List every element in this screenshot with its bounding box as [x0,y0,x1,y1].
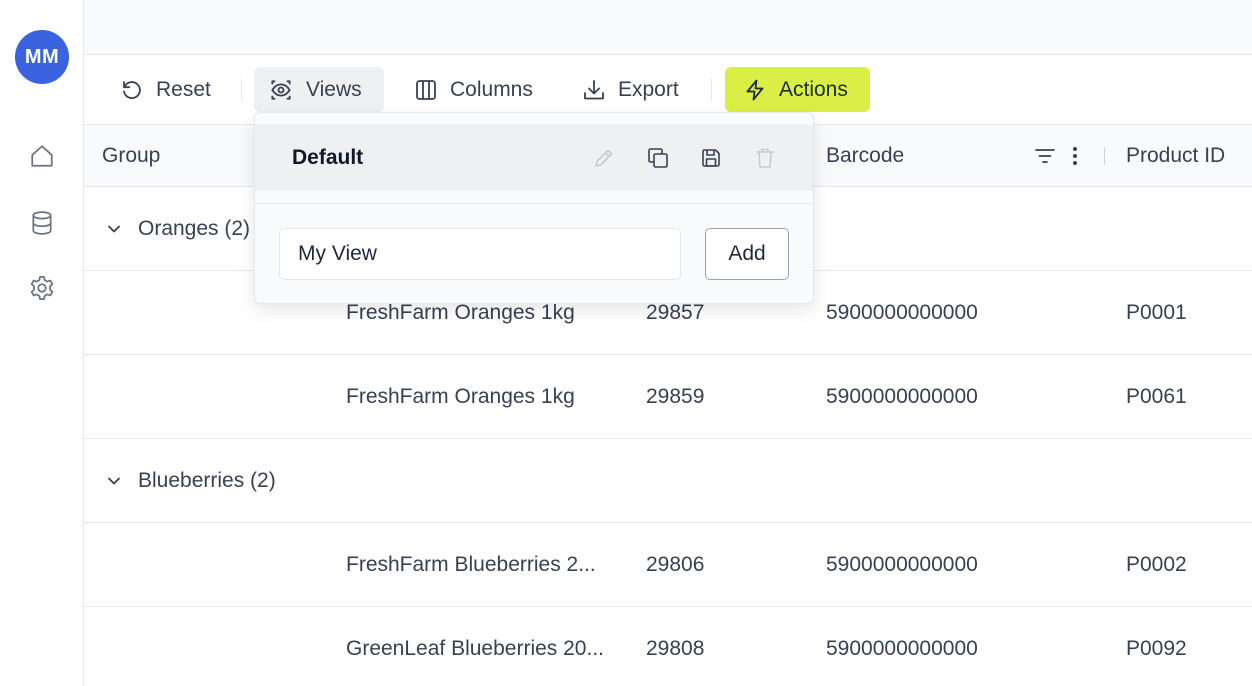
columns-icon [416,79,436,100]
download-icon [584,79,604,99]
column-header-barcode[interactable]: Barcode [826,125,904,187]
group-row-blueberries[interactable]: Blueberries (2) [84,439,1252,523]
column-header-product-id[interactable]: Product ID [1126,125,1225,187]
column-header-group[interactable]: Group [102,125,160,187]
view-item-default[interactable]: Default [255,125,813,191]
save-icon[interactable] [698,145,724,171]
product-name-cell: GreenLeaf Blueberries 20... [346,637,604,660]
product-id-cell: P0001 [1126,301,1187,324]
views-button[interactable]: Views [254,67,384,112]
code-cell: 29808 [646,637,705,660]
reset-icon [123,80,141,99]
group-label: Blueberries (2) [138,469,276,492]
top-bar [84,0,1252,55]
edit-icon[interactable] [591,145,617,171]
reset-button[interactable]: Reset [106,67,225,112]
toolbar-divider [711,79,712,101]
product-name-cell: FreshFarm Blueberries 2... [346,553,596,576]
table-row[interactable]: FreshFarm Blueberries 2... 29806 5900000… [84,523,1252,607]
columns-button[interactable]: Columns [400,67,547,112]
filter-icon[interactable] [1033,125,1057,187]
reset-label: Reset [156,77,211,101]
product-id-cell: P0061 [1126,385,1187,408]
gear-icon[interactable] [26,272,58,304]
add-view-button[interactable]: Add [705,228,789,280]
popover-divider [255,203,813,204]
copy-icon[interactable] [645,145,671,171]
trash-icon[interactable] [752,145,778,171]
database-icon[interactable] [26,207,58,239]
chevron-down-icon [108,477,120,485]
group-toggle[interactable]: Oranges (2) [104,187,250,271]
table-row[interactable]: GreenLeaf Blueberries 20... 29808 590000… [84,607,1252,686]
eye-icon [271,79,291,100]
barcode-cell: 5900000000000 [826,553,978,576]
export-button[interactable]: Export [568,67,693,112]
home-icon[interactable] [26,140,58,172]
view-name: Default [292,146,364,169]
actions-label: Actions [779,77,848,101]
column-resize-handle[interactable] [1104,125,1105,187]
product-name-cell: FreshFarm Oranges 1kg [346,385,575,408]
column-menu-icon[interactable] [1069,125,1081,187]
views-popover: Default Add [254,112,814,304]
new-view-name-input[interactable] [279,228,681,280]
code-cell: 29806 [646,553,705,576]
table-row[interactable]: FreshFarm Oranges 1kg 29859 590000000000… [84,355,1252,439]
group-toggle[interactable]: Blueberries (2) [104,439,276,523]
barcode-cell: 5900000000000 [826,385,978,408]
export-label: Export [618,77,679,101]
barcode-cell: 5900000000000 [826,301,978,324]
avatar[interactable]: MM [15,30,69,84]
actions-button[interactable]: Actions [725,67,870,112]
product-id-cell: P0002 [1126,553,1187,576]
lightning-icon [746,79,764,100]
group-label: Oranges (2) [138,217,251,240]
toolbar-divider [241,79,242,101]
chevron-down-icon [108,225,120,233]
columns-label: Columns [450,77,533,101]
sidebar: MM [0,0,84,686]
barcode-cell: 5900000000000 [826,637,978,660]
product-id-cell: P0092 [1126,637,1187,660]
views-label: Views [306,77,362,101]
code-cell: 29859 [646,385,705,408]
